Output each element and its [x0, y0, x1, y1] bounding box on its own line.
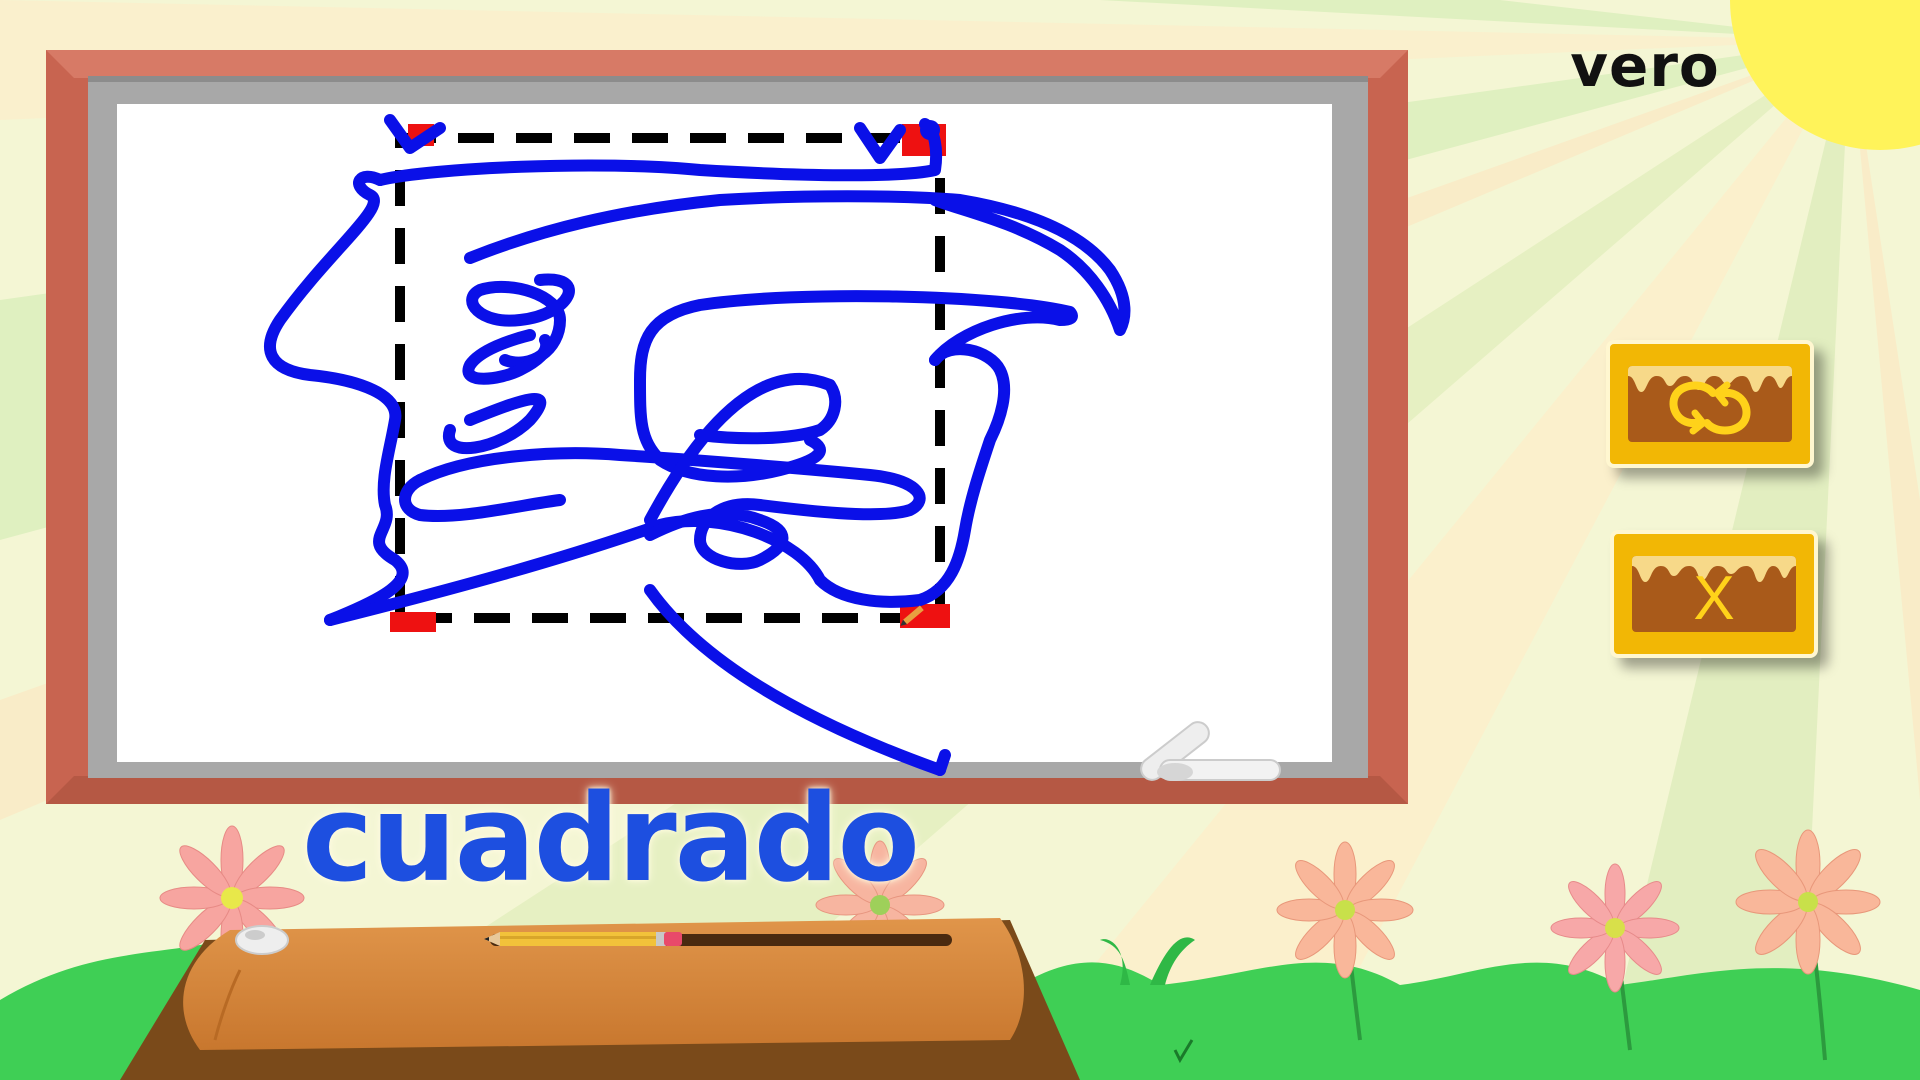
pencil [484, 932, 682, 946]
target-word-label: cuadrado [302, 770, 920, 909]
close-icon: X [1693, 563, 1735, 633]
swap-arrows-icon [1628, 366, 1792, 442]
eraser [235, 925, 289, 955]
close-button[interactable]: X [1610, 530, 1818, 658]
player-name: vero [1570, 32, 1720, 100]
reset-drawing-button[interactable] [1606, 340, 1814, 468]
desk [120, 918, 1080, 1080]
